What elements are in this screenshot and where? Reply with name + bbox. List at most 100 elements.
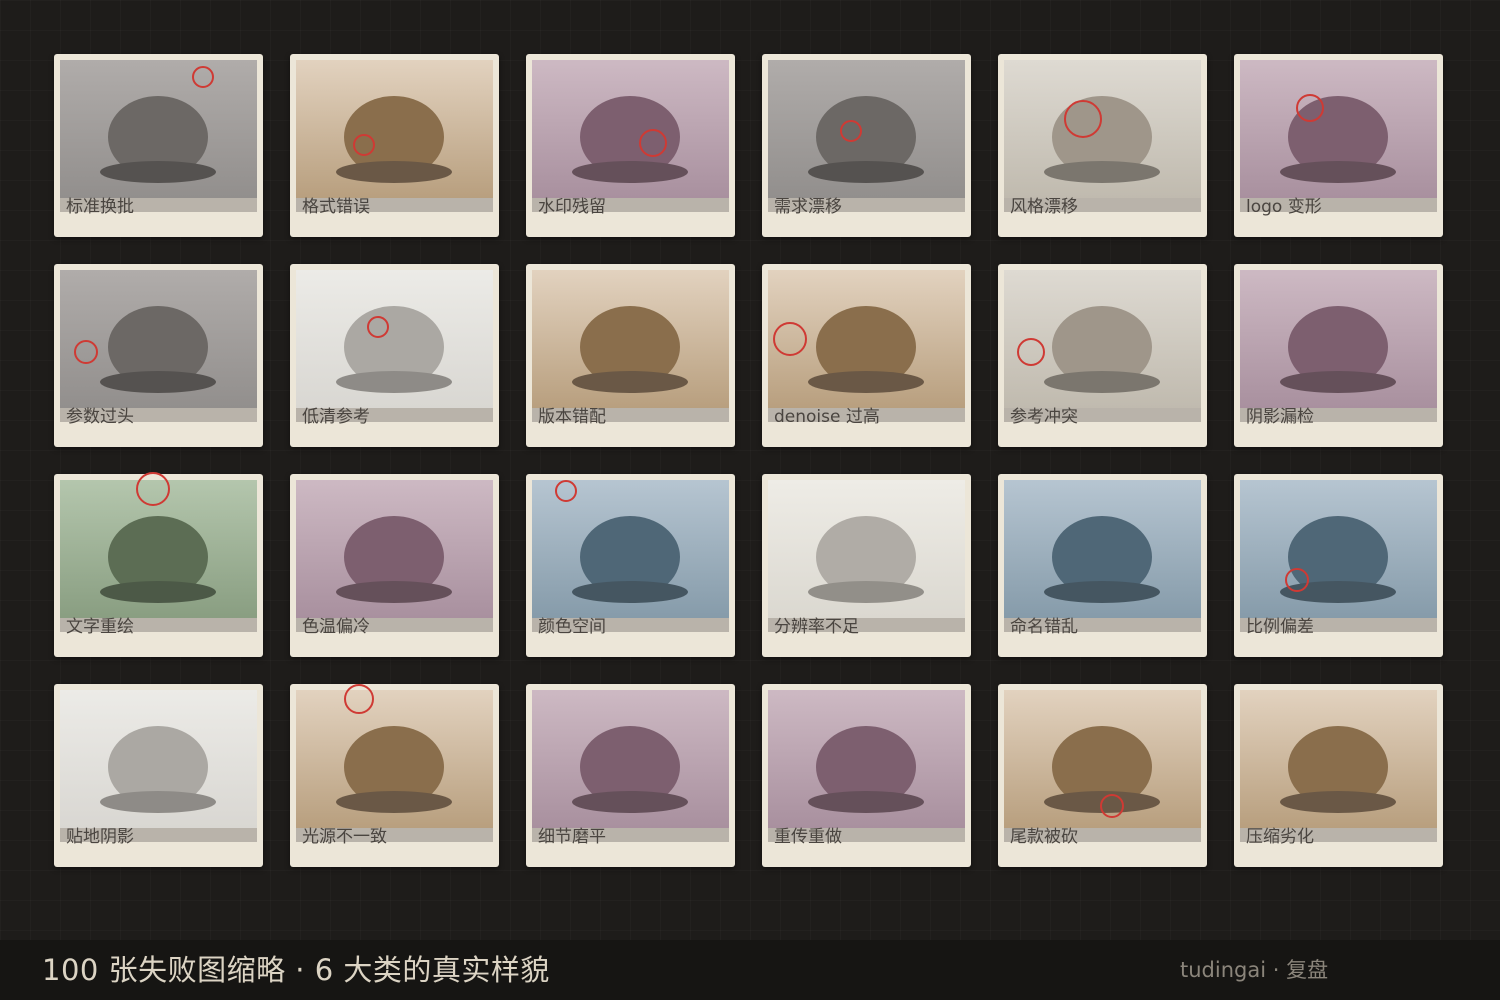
thumbnail-render (532, 480, 729, 632)
defect-marker-circle (840, 120, 862, 142)
thumbnail-render (296, 60, 493, 212)
defect-marker-circle (773, 322, 807, 356)
thumbnail-render (532, 60, 729, 212)
thumbnail-image (532, 480, 729, 632)
defect-marker-circle (555, 480, 577, 502)
thumbnail-card[interactable]: 重传重做 (762, 684, 971, 867)
ground-shadow (1044, 161, 1160, 183)
thumbnail-card[interactable]: 压缩劣化 (1234, 684, 1443, 867)
thumbnail-render (1240, 480, 1437, 632)
thumbnail-image (296, 690, 493, 842)
thumbnail-image (768, 480, 965, 632)
thumbnail-card[interactable]: 尾款被砍 (998, 684, 1207, 867)
thumbnail-label: 分辨率不足 (774, 617, 859, 637)
thumbnail-render (768, 480, 965, 632)
thumbnail-image (296, 270, 493, 422)
thumbnail-label: 参考冲突 (1010, 407, 1078, 427)
thumbnail-card[interactable]: 水印残留 (526, 54, 735, 237)
thumbnail-label: 色温偏冷 (302, 617, 370, 637)
thumbnail-image (768, 60, 965, 212)
thumbnail-image (296, 60, 493, 212)
thumbnail-label: 压缩劣化 (1246, 827, 1314, 847)
thumbnail-label: 低清参考 (302, 407, 370, 427)
thumbnail-card[interactable]: denoise 过高 (762, 264, 971, 447)
thumbnail-card[interactable]: 细节磨平 (526, 684, 735, 867)
thumbnail-card[interactable]: 风格漂移 (998, 54, 1207, 237)
thumbnail-render (768, 690, 965, 842)
thumbnail-render (296, 690, 493, 842)
ground-shadow (572, 581, 688, 603)
ground-shadow (808, 581, 924, 603)
thumbnail-label: 格式错误 (302, 197, 370, 217)
thumbnail-label: 参数过头 (66, 407, 134, 427)
ground-shadow (336, 161, 452, 183)
thumbnail-label: 版本错配 (538, 407, 606, 427)
thumbnail-image (1004, 690, 1201, 842)
thumbnail-label: 文字重绘 (66, 617, 134, 637)
thumbnail-card[interactable]: 分辨率不足 (762, 474, 971, 657)
ground-shadow (1280, 371, 1396, 393)
thumbnail-card[interactable]: 格式错误 (290, 54, 499, 237)
ground-shadow (572, 371, 688, 393)
thumbnail-render (1004, 480, 1201, 632)
thumbnail-image (1240, 60, 1437, 212)
defect-marker-circle (353, 134, 375, 156)
defect-marker-circle (1100, 794, 1124, 818)
ground-shadow (336, 581, 452, 603)
thumbnail-label: 重传重做 (774, 827, 842, 847)
ground-shadow (572, 161, 688, 183)
defect-marker-circle (1285, 568, 1309, 592)
thumbnail-image (532, 270, 729, 422)
thumbnail-label: 阴影漏检 (1246, 407, 1314, 427)
defect-marker-circle (367, 316, 389, 338)
thumbnail-image (1240, 480, 1437, 632)
ground-shadow (336, 791, 452, 813)
thumbnail-card[interactable]: 标准换批 (54, 54, 263, 237)
thumbnail-card[interactable]: logo 变形 (1234, 54, 1443, 237)
ground-shadow (1044, 581, 1160, 603)
ground-shadow (808, 161, 924, 183)
thumbnail-card[interactable]: 文字重绘 (54, 472, 263, 657)
defect-marker-circle (1296, 94, 1324, 122)
thumbnail-image (1004, 480, 1201, 632)
thumbnail-label: 命名错乱 (1010, 617, 1078, 637)
thumbnail-render (768, 60, 965, 212)
thumbnail-render (60, 690, 257, 842)
thumbnail-label: 贴地阴影 (66, 827, 134, 847)
thumbnail-label: 颜色空间 (538, 617, 606, 637)
thumbnail-card[interactable]: 需求漂移 (762, 54, 971, 237)
thumbnail-card[interactable]: 贴地阴影 (54, 684, 263, 867)
ground-shadow (1280, 161, 1396, 183)
thumbnail-render (532, 690, 729, 842)
thumbnail-card[interactable]: 命名错乱 (998, 474, 1207, 657)
ground-shadow (100, 371, 216, 393)
thumbnail-grid: 标准换批 格式错误 水印残留 需求漂移 风格漂移 logo 变形参数过头 低清参考 版本错配 d… (0, 0, 1500, 940)
thumbnail-card[interactable]: 版本错配 (526, 264, 735, 447)
thumbnail-label: 需求漂移 (774, 197, 842, 217)
thumbnail-card[interactable]: 低清参考 (290, 264, 499, 447)
thumbnail-render (296, 480, 493, 632)
thumbnail-label: 尾款被砍 (1010, 827, 1078, 847)
thumbnail-image (532, 60, 729, 212)
thumbnail-image (1004, 60, 1201, 212)
thumbnail-card[interactable]: 参考冲突 (998, 264, 1207, 447)
thumbnail-card[interactable]: 光源不一致 (290, 684, 499, 867)
thumbnail-label: 细节磨平 (538, 827, 606, 847)
footer-brand: tudingai · 复盘 (1180, 958, 1329, 982)
ground-shadow (336, 371, 452, 393)
ground-shadow (1280, 791, 1396, 813)
defect-marker-circle (136, 472, 170, 506)
defect-marker-circle (344, 684, 374, 714)
thumbnail-render (532, 270, 729, 422)
thumbnail-image (1240, 690, 1437, 842)
thumbnail-image (60, 690, 257, 842)
ground-shadow (100, 161, 216, 183)
thumbnail-card[interactable]: 参数过头 (54, 264, 263, 447)
thumbnail-label: 水印残留 (538, 197, 606, 217)
ground-shadow (808, 791, 924, 813)
thumbnail-card[interactable]: 阴影漏检 (1234, 264, 1443, 447)
thumbnail-card[interactable]: 比例偏差 (1234, 474, 1443, 657)
thumbnail-card[interactable]: 颜色空间 (526, 474, 735, 657)
thumbnail-card[interactable]: 色温偏冷 (290, 474, 499, 657)
thumbnail-label: logo 变形 (1246, 197, 1322, 217)
